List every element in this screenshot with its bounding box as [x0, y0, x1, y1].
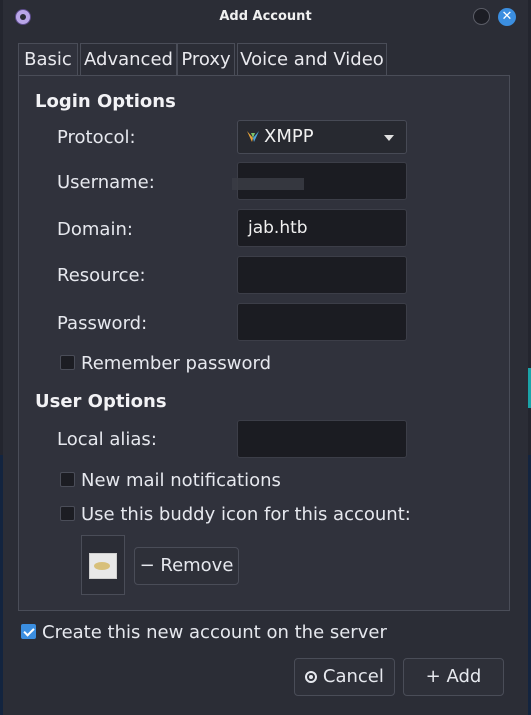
redacted-text: [232, 178, 304, 190]
domain-label: Domain:: [57, 219, 133, 240]
login-options-heading: Login Options: [35, 91, 176, 112]
password-field[interactable]: [237, 303, 407, 341]
username-label: Username:: [57, 172, 155, 193]
titlebar[interactable]: Add Account ✕: [3, 0, 528, 34]
tab-advanced[interactable]: Advanced: [80, 43, 177, 75]
add-button[interactable]: + Add: [403, 658, 504, 696]
tab-label: Basic: [24, 49, 72, 70]
resource-field[interactable]: [237, 256, 407, 294]
close-icon: ✕: [501, 9, 513, 24]
buddy-icon-label[interactable]: Use this buddy icon for this account:: [81, 504, 411, 525]
remove-buddy-icon-button[interactable]: − Remove: [134, 547, 239, 585]
cancel-icon: [305, 671, 318, 683]
create-account-checkbox[interactable]: [21, 624, 36, 639]
tab-label: Advanced: [84, 49, 173, 70]
cancel-button[interactable]: Cancel: [294, 658, 395, 696]
protocol-select[interactable]: XMPP: [237, 120, 407, 154]
buddy-icon-button[interactable]: [81, 535, 125, 595]
protocol-value: XMPP: [264, 126, 314, 147]
add-account-dialog: Add Account ✕ Basic Advanced Proxy Voice…: [3, 0, 528, 715]
local-alias-field[interactable]: [237, 420, 407, 458]
local-alias-label: Local alias:: [57, 429, 157, 450]
minimize-button[interactable]: [473, 8, 490, 25]
tab-basic[interactable]: Basic: [18, 43, 78, 76]
create-account-label[interactable]: Create this new account on the server: [42, 622, 387, 643]
password-label: Password:: [57, 313, 148, 334]
chevron-down-icon: [384, 135, 394, 141]
protocol-label: Protocol:: [57, 127, 136, 148]
cancel-label: Cancel: [322, 666, 384, 687]
username-field[interactable]: [232, 162, 407, 200]
basic-tab-panel: [18, 75, 510, 611]
resource-label: Resource:: [57, 265, 146, 286]
new-mail-notifications-checkbox[interactable]: [60, 472, 75, 487]
domain-field[interactable]: jab.htb: [237, 209, 407, 247]
new-mail-notifications-label[interactable]: New mail notifications: [81, 470, 281, 491]
user-options-heading: User Options: [35, 391, 167, 412]
buddy-icon-checkbox[interactable]: [60, 506, 75, 521]
window-title: Add Account: [219, 9, 312, 24]
close-button[interactable]: ✕: [498, 8, 516, 26]
xmpp-icon: [247, 131, 259, 142]
tab-voice-and-video[interactable]: Voice and Video: [237, 43, 387, 75]
remember-password-checkbox[interactable]: [60, 355, 75, 370]
tab-label: Voice and Video: [240, 49, 384, 70]
remember-password-label[interactable]: Remember password: [81, 353, 271, 374]
tab-proxy[interactable]: Proxy: [177, 43, 235, 75]
tab-label: Proxy: [181, 49, 231, 70]
buddy-image-icon: [89, 553, 117, 579]
